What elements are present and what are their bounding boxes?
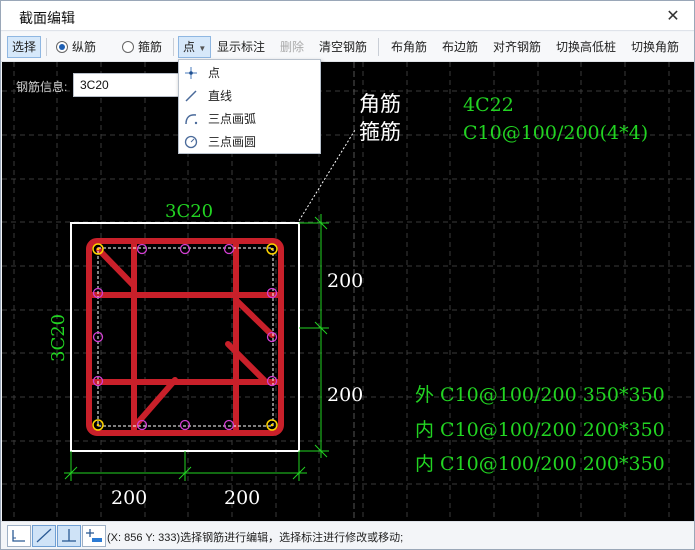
snap-polar-button[interactable]: [32, 525, 56, 547]
longitudinal-label: 纵筋: [72, 40, 97, 54]
menu-item-circle[interactable]: 三点画圆: [179, 131, 320, 153]
rebar-info-input[interactable]: 3C20: [73, 73, 183, 97]
drawing-canvas[interactable]: 角筋 箍筋 4C22 C10@100/200(4*4) 3C20 3C20 20…: [2, 62, 694, 521]
toolbar: 选择 纵筋 箍筋 点 ▼ 显示标注 删除 清空钢筋 布角筋 布边筋 对齐钢筋 切…: [1, 32, 694, 62]
toolbar-separator: [378, 38, 379, 56]
toolbar-separator: [46, 38, 47, 56]
corner-value[interactable]: 4C22: [463, 94, 514, 116]
radio-selected-icon: [56, 41, 68, 53]
toolbar-separator: [173, 38, 174, 56]
status-message: (X: 856 Y: 333)选择钢筋进行编辑，选择标注进行修改或移动;: [107, 532, 404, 544]
chevron-down-icon: ▼: [198, 44, 207, 53]
top-rebar-label[interactable]: 3C20: [165, 201, 213, 222]
annotation-text: 角筋 箍筋 4C22 C10@100/200(4*4) 3C20 3C20 20…: [48, 92, 665, 509]
section-editor-window: 截面编辑 ✕ 选择 纵筋 箍筋 点 ▼ 显示标注 删除 清空钢筋 布角筋 布边筋…: [0, 0, 695, 550]
left-rebar-label[interactable]: 3C20: [48, 314, 69, 362]
select-button[interactable]: 选择: [7, 36, 42, 58]
corner-rebar-button[interactable]: 布角筋: [389, 36, 429, 58]
toggle-corner-button[interactable]: 切换角筋: [629, 36, 681, 58]
point-label: 点: [183, 40, 196, 54]
dim-bottom-right[interactable]: 200: [224, 487, 260, 509]
draw-mode-menu: 点 直线 三点画弧 三点画圆: [178, 59, 321, 154]
stirrup-label[interactable]: 箍筋: [359, 120, 401, 144]
stirrup-outer-spec[interactable]: 外 C10@100/200 350*350: [415, 384, 665, 406]
rebar-info-label: 钢筋信息:: [16, 80, 68, 94]
status-bar: (X: 856 Y: 333)选择钢筋进行编辑，选择标注进行修改或移动;: [1, 521, 694, 549]
stirrup-label: 箍筋: [138, 40, 163, 54]
menu-item-line[interactable]: 直线: [179, 85, 320, 107]
point-icon: [185, 67, 197, 79]
right-dimension[interactable]: [299, 214, 329, 458]
stirrup-radio[interactable]: 箍筋: [120, 36, 164, 58]
dim-right-bottom[interactable]: 200: [327, 384, 363, 406]
stirrup-inner-spec-2[interactable]: 内 C10@100/200 200*350: [415, 453, 665, 475]
longitudinal-radio[interactable]: 纵筋: [54, 36, 98, 58]
bottom-dimension[interactable]: [64, 451, 307, 481]
point-dropdown-button[interactable]: 点 ▼: [178, 36, 212, 58]
menu-item-arc[interactable]: 三点画弧: [179, 108, 320, 130]
snap-orthogonal-button[interactable]: [7, 525, 31, 547]
circle-icon: [184, 135, 198, 149]
menu-item-label: 点: [208, 66, 221, 80]
delete-button[interactable]: 删除: [278, 36, 306, 58]
section-drawing: 角筋 箍筋 4C22 C10@100/200(4*4) 3C20 3C20 20…: [2, 62, 694, 521]
stirrups[interactable]: [86, 238, 284, 436]
dim-bottom-left[interactable]: 200: [111, 487, 147, 509]
menu-item-point[interactable]: 点: [179, 62, 320, 84]
perpendicular-icon: [62, 529, 76, 542]
toggle-pile-button[interactable]: 切换高低桩: [554, 36, 618, 58]
line-icon: [185, 90, 197, 102]
radio-icon: [122, 41, 134, 53]
stirrup-inner-spec-1[interactable]: 内 C10@100/200 200*350: [415, 419, 665, 441]
window-title: 截面编辑: [19, 10, 75, 26]
menu-item-label: 三点画圆: [208, 135, 257, 149]
menu-item-label: 三点画弧: [208, 112, 257, 126]
snap-perpendicular-button[interactable]: [57, 525, 81, 547]
corner-label[interactable]: 角筋: [359, 92, 401, 116]
side-rebar-button[interactable]: 布边筋: [440, 36, 480, 58]
dim-right-top[interactable]: 200: [327, 270, 363, 292]
clear-rebar-button[interactable]: 清空钢筋: [317, 36, 369, 58]
close-icon[interactable]: ✕: [664, 6, 682, 26]
corner-snap-icon: [12, 530, 25, 542]
arc-icon: [185, 114, 198, 125]
menu-item-label: 直线: [208, 89, 233, 103]
stirrup-value[interactable]: C10@100/200(4*4): [463, 122, 648, 144]
snap-add-button[interactable]: [82, 525, 106, 547]
align-rebar-button[interactable]: 对齐钢筋: [491, 36, 543, 58]
plus-snap-icon: [86, 529, 102, 542]
diagonal-snap-icon: [36, 528, 52, 543]
show-annotation-button[interactable]: 显示标注: [215, 36, 267, 58]
title-bar: 截面编辑 ✕: [1, 1, 694, 31]
